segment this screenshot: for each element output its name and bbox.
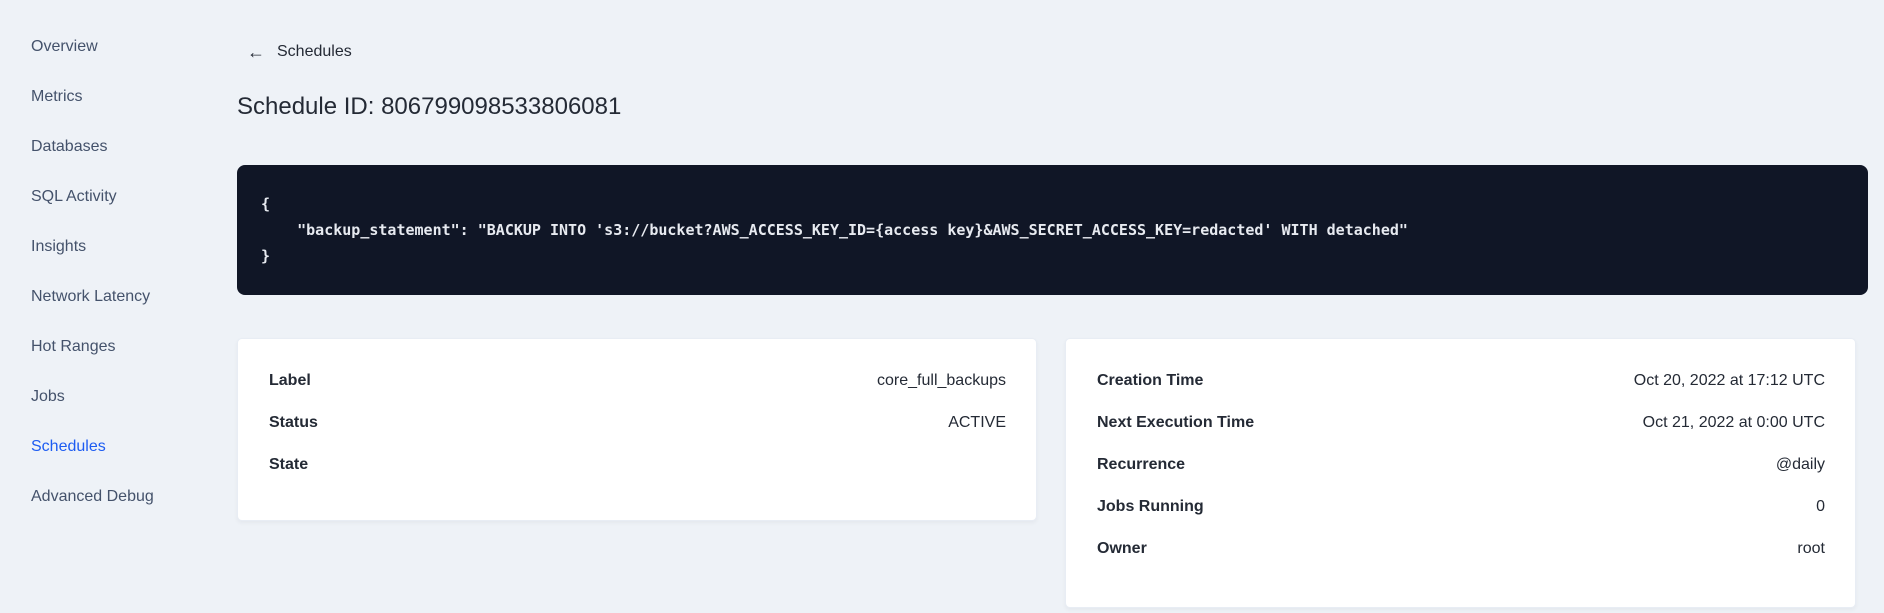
summary-row-creation-time: Creation Time Oct 20, 2022 at 17:12 UTC bbox=[1097, 363, 1825, 405]
row-value: root bbox=[1797, 540, 1825, 557]
row-label: Recurrence bbox=[1097, 456, 1186, 473]
sidebar-item-network-latency[interactable]: Network Latency bbox=[31, 272, 237, 322]
sidebar-item-schedules[interactable]: Schedules bbox=[31, 422, 237, 472]
back-to-schedules-link[interactable]: ← Schedules bbox=[247, 43, 352, 61]
schedule-statement-text: { "backup_statement": "BACKUP INTO 's3:/… bbox=[261, 195, 1408, 265]
summary-row-label: Label core_full_backups bbox=[269, 363, 1006, 405]
row-label: State bbox=[269, 456, 309, 473]
row-label: Jobs Running bbox=[1097, 498, 1204, 515]
sidebar-item-sql-activity[interactable]: SQL Activity bbox=[31, 172, 237, 222]
row-value: Oct 21, 2022 at 0:00 UTC bbox=[1642, 414, 1825, 431]
back-link-label: Schedules bbox=[277, 43, 352, 60]
sidebar-item-overview[interactable]: Overview bbox=[31, 22, 237, 72]
row-value: core_full_backups bbox=[877, 372, 1006, 389]
sidebar: Overview Metrics Databases SQL Activity … bbox=[0, 0, 237, 613]
sidebar-item-jobs[interactable]: Jobs bbox=[31, 372, 237, 422]
summary-row-owner: Owner root bbox=[1097, 531, 1825, 573]
schedule-timing-card: Creation Time Oct 20, 2022 at 17:12 UTC … bbox=[1065, 338, 1856, 608]
summary-row-next-execution-time: Next Execution Time Oct 21, 2022 at 0:00… bbox=[1097, 405, 1825, 447]
app-root: Overview Metrics Databases SQL Activity … bbox=[0, 0, 1884, 613]
page-title: Schedule ID: 806799098533806081 bbox=[237, 93, 622, 120]
sidebar-item-hot-ranges[interactable]: Hot Ranges bbox=[31, 322, 237, 372]
summary-cards: Label core_full_backups Status ACTIVE St… bbox=[237, 338, 1868, 608]
row-value: 0 bbox=[1816, 498, 1825, 515]
row-label: Label bbox=[269, 372, 311, 389]
row-label: Next Execution Time bbox=[1097, 414, 1255, 431]
sidebar-item-databases[interactable]: Databases bbox=[31, 122, 237, 172]
left-arrow-icon: ← bbox=[247, 42, 265, 62]
row-value: ACTIVE bbox=[948, 414, 1006, 431]
sidebar-item-metrics[interactable]: Metrics bbox=[31, 72, 237, 122]
row-label: Owner bbox=[1097, 540, 1147, 557]
row-label: Status bbox=[269, 414, 318, 431]
row-value: Oct 20, 2022 at 17:12 UTC bbox=[1633, 372, 1825, 389]
row-label: Creation Time bbox=[1097, 372, 1204, 389]
row-value: @daily bbox=[1775, 456, 1825, 473]
summary-row-state: State bbox=[269, 447, 1006, 489]
summary-row-jobs-running: Jobs Running 0 bbox=[1097, 489, 1825, 531]
summary-row-recurrence: Recurrence @daily bbox=[1097, 447, 1825, 489]
schedule-summary-card: Label core_full_backups Status ACTIVE St… bbox=[237, 338, 1037, 521]
sidebar-item-insights[interactable]: Insights bbox=[31, 222, 237, 272]
summary-row-status: Status ACTIVE bbox=[269, 405, 1006, 447]
main-content: ← Schedules Schedule ID: 806799098533806… bbox=[237, 0, 1884, 613]
schedule-statement-code-block: { "backup_statement": "BACKUP INTO 's3:/… bbox=[237, 165, 1868, 295]
sidebar-item-advanced-debug[interactable]: Advanced Debug bbox=[31, 472, 237, 522]
